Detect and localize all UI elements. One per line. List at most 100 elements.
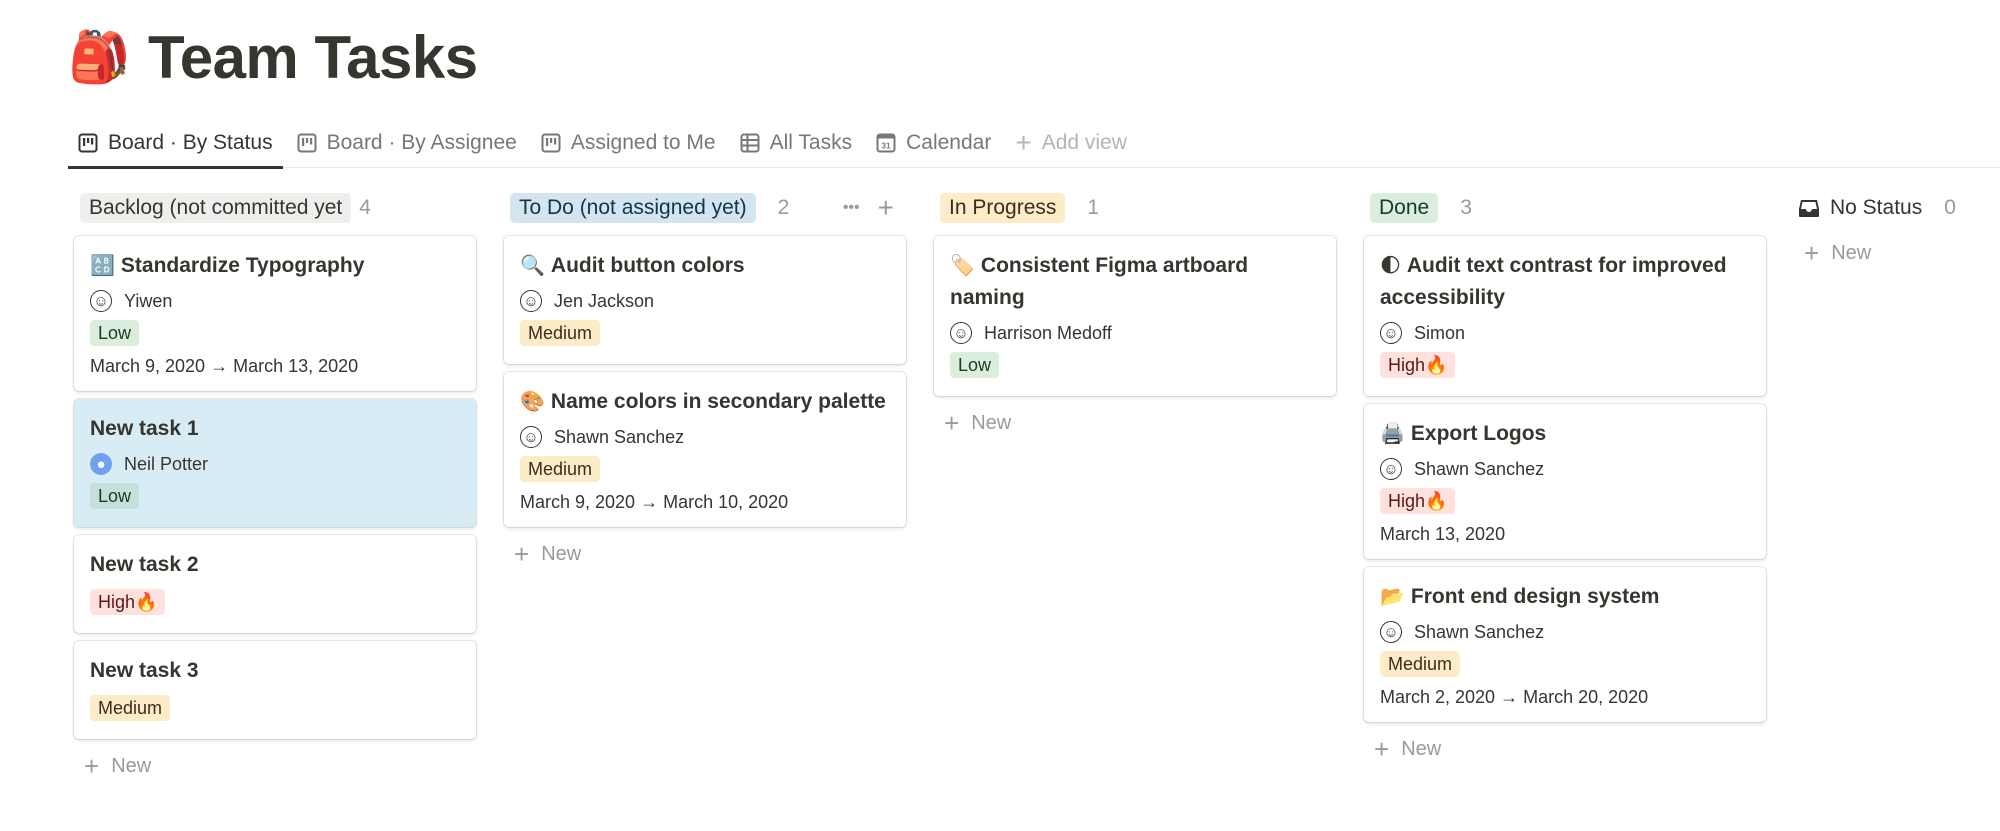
column-count: 0: [1944, 196, 1956, 219]
status-pill: Done: [1370, 193, 1439, 223]
assignee: ☺ Simon: [1380, 322, 1750, 344]
column-count: 3: [1460, 196, 1472, 219]
tab-label: Add view: [1041, 131, 1127, 154]
column-count: 1: [1087, 196, 1100, 219]
tab-board-by-status[interactable]: Board · By Status: [68, 118, 283, 169]
magnifying-glass-icon: 🔍: [520, 255, 545, 277]
priority-tag: Medium: [520, 456, 601, 482]
date-range: March 9, 2020 → March 10, 2020: [520, 492, 789, 512]
task-card[interactable]: 🔍 Audit button colors ☺ Jen Jackson Medium: [504, 236, 906, 364]
svg-text:31: 31: [882, 142, 891, 151]
plus-icon: +: [514, 539, 530, 569]
date: March 13, 2020: [1380, 524, 1506, 544]
plus-icon: +: [1015, 127, 1032, 158]
card-title: New task 1: [90, 417, 199, 440]
task-card[interactable]: New task 3 Medium: [74, 641, 476, 739]
column-todo: To Do (not assigned yet) 2 ••• + 🔍 Audit …: [504, 188, 906, 794]
priority-tag: Low: [90, 320, 140, 346]
tab-label: Board · By Assignee: [326, 131, 517, 154]
column-header[interactable]: No Status 0: [1794, 188, 1994, 228]
column-header[interactable]: To Do (not assigned yet) 2 ••• +: [504, 188, 906, 228]
priority-tag: Medium: [520, 320, 601, 346]
column-header[interactable]: Backlog (not committed yet 4: [74, 188, 476, 228]
task-card[interactable]: 🌓 Audit text contrast for improved access…: [1364, 236, 1766, 396]
tab-assigned-to-me[interactable]: Assigned to Me: [531, 118, 726, 168]
column-header[interactable]: Done 3: [1364, 188, 1766, 228]
card-title: 🎨 Name colors in secondary palette: [520, 390, 886, 413]
calendar-icon: 31: [876, 133, 896, 153]
assignee: ☺ Shawn Sanchez: [1380, 621, 1750, 643]
tab-all-tasks[interactable]: All Tasks: [730, 118, 862, 168]
add-view-button[interactable]: + Add view: [1005, 118, 1137, 168]
assignee: ☺ Jen Jackson: [520, 290, 890, 312]
column-header[interactable]: In Progress 1: [934, 188, 1336, 228]
printer-icon: 🖨️: [1380, 423, 1405, 445]
avatar: ☺: [90, 290, 112, 312]
plus-icon: +: [1804, 238, 1820, 268]
task-card[interactable]: 🎨 Name colors in secondary palette ☺ Shawn…: [504, 372, 906, 527]
column-count: 4: [359, 196, 371, 219]
table-icon: [740, 133, 760, 153]
open-folder-icon: 📂: [1380, 586, 1405, 608]
card-title: 🔠 Standardize Typography: [90, 254, 365, 277]
priority-tag: Medium: [1380, 651, 1461, 677]
tab-board-by-assignee[interactable]: Board · By Assignee: [287, 118, 527, 168]
card-title: 🌓 Audit text contrast for improved access…: [1380, 254, 1727, 309]
avatar: ☺: [520, 290, 542, 312]
more-options-icon[interactable]: •••: [843, 199, 860, 217]
add-card-icon[interactable]: +: [878, 192, 894, 224]
task-card[interactable]: 🔠 Standardize Typography ☺ Yiwen Low March…: [74, 236, 476, 391]
priority-tag: High🔥: [90, 589, 166, 615]
task-card[interactable]: New task 2 High🔥: [74, 535, 476, 633]
new-card-button[interactable]: + New: [934, 396, 1336, 451]
card-title: 🔍 Audit button colors: [520, 254, 745, 277]
board-icon: [78, 133, 98, 153]
assignee: ☺ Shawn Sanchez: [520, 426, 890, 448]
avatar: ☺: [520, 426, 542, 448]
view-tabs: Board · By Status Board · By Assignee As…: [68, 118, 2000, 169]
column-done: Done 3 🌓 Audit text contrast for improved…: [1364, 188, 1766, 794]
date-range: March 9, 2020 → March 13, 2020: [90, 356, 359, 376]
page-title[interactable]: Team Tasks: [148, 23, 478, 92]
plus-icon: +: [1374, 734, 1390, 764]
avatar: ☺: [1380, 621, 1402, 643]
tab-label: Assigned to Me: [570, 131, 716, 154]
tab-calendar[interactable]: 31 Calendar: [866, 118, 1001, 168]
backpack-icon[interactable]: 🎒: [68, 22, 138, 92]
column-in-progress: In Progress 1 🏷️ Consistent Figma artboar…: [934, 188, 1336, 794]
priority-tag: Low: [950, 352, 1000, 378]
card-title: 📂 Front end design system: [1380, 585, 1660, 608]
column-backlog: Backlog (not committed yet 4 🔠 Standardiz…: [74, 188, 476, 794]
card-title: 🖨️ Export Logos: [1380, 422, 1547, 445]
new-card-button[interactable]: + New: [1364, 722, 1766, 777]
task-card[interactable]: 📂 Front end design system ☺ Shawn Sanchez …: [1364, 567, 1766, 722]
avatar: ☺: [1380, 322, 1402, 344]
status-pill: To Do (not assigned yet): [510, 193, 756, 223]
palette-icon: 🎨: [520, 391, 545, 413]
label-tag-icon: 🏷️: [950, 255, 975, 277]
card-title: 🏷️ Consistent Figma artboard naming: [950, 254, 1249, 309]
page-header: 🎒 Team Tasks: [68, 22, 478, 92]
kanban-board: Backlog (not committed yet 4 🔠 Standardiz…: [74, 188, 2000, 794]
task-card[interactable]: New task 1 ● Neil Potter Low: [74, 399, 476, 527]
user-avatar-icon: ●: [90, 453, 112, 475]
tab-label: All Tasks: [769, 131, 853, 154]
task-card[interactable]: 🖨️ Export Logos ☺ Shawn Sanchez High🔥 Marc…: [1364, 404, 1766, 559]
column-actions: ••• +: [821, 192, 894, 224]
half-moon-icon: 🌓: [1380, 255, 1401, 277]
column-no-status: No Status 0 + New: [1794, 188, 1994, 794]
priority-tag: Low: [90, 483, 140, 509]
priority-tag: Medium: [90, 695, 171, 721]
new-card-button[interactable]: + New: [504, 527, 906, 582]
new-card-button[interactable]: + New: [74, 739, 476, 794]
avatar: ☺: [1380, 458, 1402, 480]
inbox-icon: [1799, 200, 1819, 217]
priority-tag: High🔥: [1380, 488, 1456, 514]
status-pill: Backlog (not committed yet: [80, 193, 352, 223]
column-count: 2: [777, 196, 790, 219]
assignee: ☺ Harrison Medoff: [950, 322, 1320, 344]
task-card[interactable]: 🏷️ Consistent Figma artboard naming ☺ Harr…: [934, 236, 1336, 396]
new-card-button[interactable]: + New: [1794, 228, 1994, 281]
assignee: ☺ Yiwen: [90, 290, 460, 312]
card-title: New task 2: [90, 553, 199, 576]
